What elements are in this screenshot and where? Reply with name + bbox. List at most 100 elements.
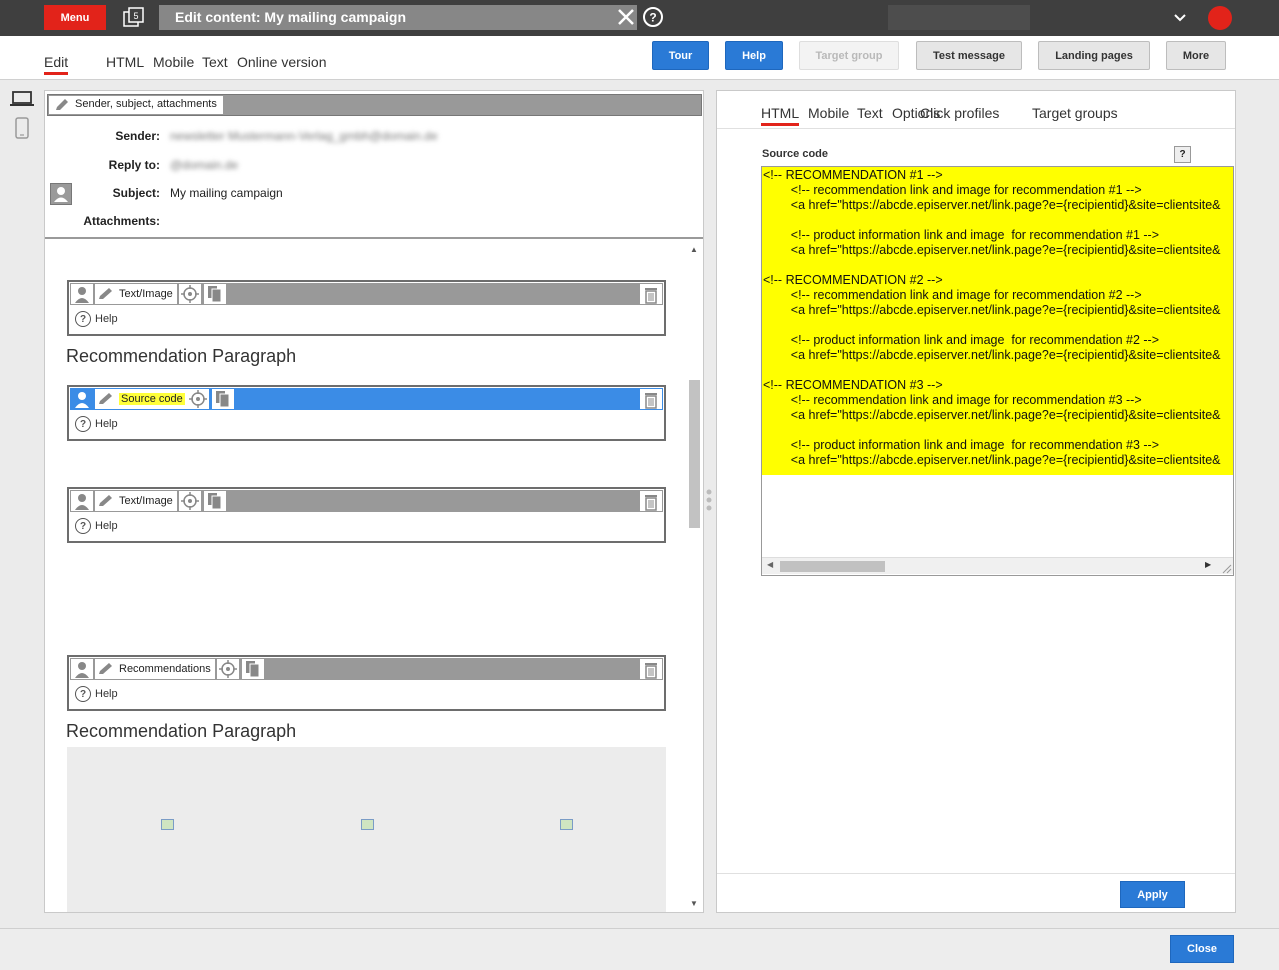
target-icon[interactable] [217, 659, 239, 679]
image-placeholder-icon [560, 819, 573, 830]
tab-text[interactable]: Text [202, 54, 228, 70]
scroll-down-icon[interactable]: ▼ [689, 899, 699, 909]
tab-online-version[interactable]: Online version [237, 54, 327, 70]
target-icon[interactable] [179, 284, 201, 304]
reply-to-label: Reply to: [108, 158, 160, 172]
close-button[interactable]: Close [1170, 935, 1234, 963]
close-icon[interactable] [615, 6, 637, 28]
pencil-icon [54, 98, 70, 112]
scrollbar-thumb[interactable] [689, 380, 700, 528]
copy-icon[interactable] [212, 389, 234, 409]
module-label[interactable]: Text/Image [95, 491, 177, 511]
module-label[interactable]: Text/Image [95, 284, 177, 304]
code-line[interactable]: <a href="https://abcde.episerver.net/lin… [763, 453, 1221, 467]
trash-icon[interactable] [640, 659, 662, 679]
scroll-up-icon[interactable]: ▲ [689, 245, 699, 255]
tab-target-groups[interactable]: Target groups [1032, 105, 1118, 121]
status-indicator[interactable] [1208, 6, 1232, 30]
tab-html[interactable]: HTML [106, 54, 144, 70]
more-button[interactable]: More [1166, 41, 1226, 70]
code-line[interactable]: <!-- RECOMMENDATION #3 --> [763, 378, 943, 392]
target-icon[interactable] [187, 389, 209, 409]
help-icon[interactable]: ? [642, 6, 664, 28]
test-message-button[interactable]: Test message [916, 41, 1022, 70]
code-line[interactable]: <!-- recommendation link and image for r… [763, 393, 1142, 407]
reply-to-value[interactable]: @domain.de [170, 158, 238, 172]
desktop-view-icon[interactable] [10, 90, 34, 108]
module-source-code[interactable]: Source code ? Help [67, 385, 666, 441]
menu-button[interactable]: Menu [44, 5, 106, 30]
subject-value[interactable]: My mailing campaign [170, 186, 283, 200]
landing-pages-button[interactable]: Landing pages [1038, 41, 1150, 70]
copy-icon[interactable] [204, 284, 226, 304]
module-text-image-2[interactable]: Text/Image ? Help [67, 487, 666, 543]
pencil-icon [97, 662, 115, 679]
apply-button[interactable]: Apply [1120, 881, 1185, 908]
module-help[interactable]: ? Help [75, 518, 118, 534]
mobile-view-icon[interactable] [14, 117, 30, 139]
pencil-icon [97, 287, 115, 304]
target-icon[interactable] [179, 491, 201, 511]
module-label[interactable]: Recommendations [95, 659, 215, 679]
code-line[interactable]: <!-- product information link and image … [763, 228, 1159, 242]
sender-value[interactable]: newsletter Mustermann-Verlag_gmbh@domain… [170, 129, 438, 143]
user-icon[interactable] [71, 389, 93, 409]
module-label[interactable]: Source code [95, 389, 189, 409]
windows-icon[interactable]: 5 [123, 7, 145, 27]
copy-icon[interactable] [242, 659, 264, 679]
code-line[interactable]: <!-- recommendation link and image for r… [763, 288, 1142, 302]
code-line[interactable]: <a href="https://abcde.episerver.net/lin… [763, 303, 1221, 317]
user-icon[interactable] [71, 284, 93, 304]
user-icon[interactable] [71, 659, 93, 679]
module-text-image[interactable]: Text/Image ? Help [67, 280, 666, 336]
vertical-scrollbar[interactable] [686, 241, 701, 912]
sender-subject-label[interactable]: Sender, subject, attachments [49, 96, 223, 114]
horizontal-scrollbar[interactable]: ◀ ▶ [762, 557, 1233, 574]
help-button[interactable]: Help [725, 41, 783, 70]
code-line[interactable]: <a href="https://abcde.episerver.net/lin… [763, 348, 1221, 362]
trash-icon[interactable] [640, 389, 662, 409]
code-line[interactable]: <!-- recommendation link and image for r… [763, 183, 1142, 197]
image-placeholder-icon [161, 819, 174, 830]
scroll-left-icon[interactable]: ◀ [767, 560, 773, 569]
module-toolbar: Text/Image [70, 490, 663, 512]
tab-html-source[interactable]: HTML [761, 105, 800, 126]
code-line[interactable]: <!-- RECOMMENDATION #1 --> [763, 168, 943, 182]
code-content[interactable]: <!-- RECOMMENDATION #1 --> <!-- recommen… [762, 167, 1233, 475]
tab-mobile-source[interactable]: Mobile [808, 105, 849, 121]
source-code-editor[interactable]: <!-- RECOMMENDATION #1 --> <!-- recommen… [761, 166, 1234, 576]
resize-handle-icon[interactable] [1221, 562, 1232, 574]
module-help[interactable]: ? Help [75, 416, 118, 432]
trash-icon[interactable] [640, 491, 662, 511]
tab-text-source[interactable]: Text [857, 105, 883, 121]
svg-text:5: 5 [133, 11, 138, 21]
code-line[interactable]: <!-- product information link and image … [763, 333, 1159, 347]
source-help-button[interactable]: ? [1174, 146, 1191, 163]
tour-button[interactable]: Tour [652, 41, 709, 70]
code-line[interactable]: <!-- RECOMMENDATION #2 --> [763, 273, 943, 287]
code-line[interactable]: <a href="https://abcde.episerver.net/lin… [763, 198, 1221, 212]
trash-icon[interactable] [640, 284, 662, 304]
module-help[interactable]: ? Help [75, 311, 118, 327]
scroll-right-icon[interactable]: ▶ [1205, 560, 1211, 569]
image-placeholder-icon [361, 819, 374, 830]
chevron-down-icon[interactable] [1172, 10, 1188, 26]
scrollbar-thumb[interactable] [780, 561, 885, 572]
target-group-button[interactable]: Target group [799, 41, 899, 70]
tabs-divider [717, 128, 1235, 129]
module-help[interactable]: ? Help [75, 686, 118, 702]
panel-splitter-handle[interactable] [705, 488, 713, 514]
module-recommendations[interactable]: Recommendations ? Help [67, 655, 666, 711]
code-line[interactable]: <!-- product information link and image … [763, 438, 1159, 452]
tab-mobile[interactable]: Mobile [153, 54, 194, 70]
tab-click-profiles[interactable]: Click profiles [920, 105, 999, 121]
tab-edit[interactable]: Edit [44, 54, 69, 75]
subject-label: Subject: [112, 186, 160, 200]
code-line[interactable]: <a href="https://abcde.episerver.net/lin… [763, 243, 1221, 257]
user-icon[interactable] [71, 491, 93, 511]
copy-icon[interactable] [204, 491, 226, 511]
code-line[interactable]: <a href="https://abcde.episerver.net/lin… [763, 408, 1221, 422]
sender-subject-bar[interactable]: Sender, subject, attachments [47, 94, 702, 116]
help-icon: ? [75, 518, 91, 534]
recommendation-images-block[interactable] [67, 747, 666, 912]
